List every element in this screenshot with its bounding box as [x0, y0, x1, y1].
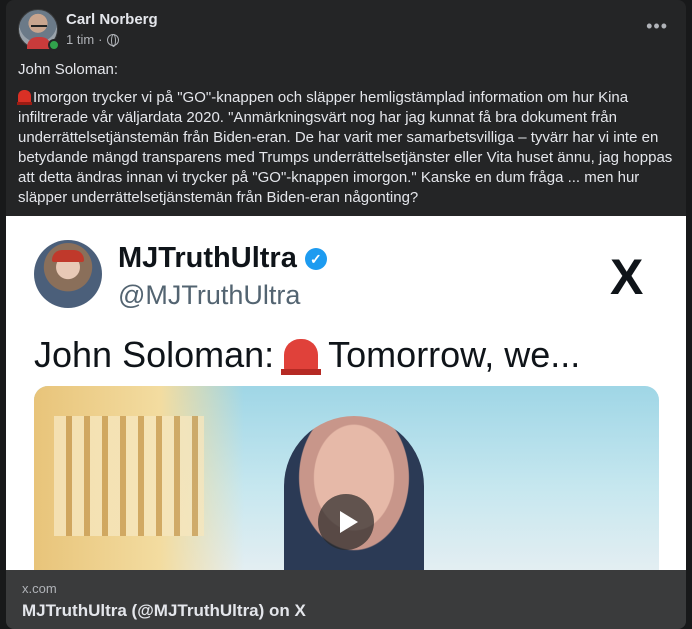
- post-text: John Soloman: Imorgon trycker vi på "GO"…: [17, 60, 678, 216]
- tweet-avatar: [34, 240, 102, 308]
- tweet-text: John Soloman: Tomorrow, we...: [34, 334, 580, 376]
- post-text-line1: John Soloman:: [18, 61, 119, 78]
- verified-badge-icon: ✓: [304, 247, 327, 270]
- post-card: Carl Norberg 1 tim · ••• John Soloman: I…: [6, 0, 686, 629]
- x-logo-icon: X: [610, 249, 644, 305]
- avatar-cap: [52, 250, 84, 262]
- link-domain: x.com: [22, 581, 57, 596]
- video-thumbnail[interactable]: [34, 386, 659, 570]
- post-header: Carl Norberg 1 tim · •••: [6, 0, 686, 58]
- more-options-button[interactable]: •••: [646, 16, 668, 37]
- avatar-glasses: [31, 25, 47, 29]
- globe-icon[interactable]: [106, 33, 119, 47]
- post-time[interactable]: 1 tim: [66, 32, 94, 47]
- tweet-name-text: MJTruthUltra: [118, 242, 297, 274]
- capitol-columns: [54, 416, 204, 536]
- post-text-body: Imorgon trycker vi på "GO"-knappen och s…: [18, 89, 673, 206]
- link-preview[interactable]: x.com MJTruthUltra (@MJTruthUltra) on X: [6, 570, 686, 629]
- tweet-handle: @MJTruthUltra: [118, 280, 301, 310]
- post-meta: 1 tim ·: [66, 32, 119, 47]
- siren-icon: [17, 90, 32, 105]
- meta-separator: ·: [98, 32, 103, 47]
- capitol-building: [34, 386, 244, 570]
- siren-icon: [281, 339, 322, 375]
- tweet-name: MJTruthUltra ✓: [118, 242, 327, 275]
- online-status-dot: [48, 39, 60, 51]
- tweet-text-after: Tomorrow, we...: [328, 334, 581, 375]
- tweet-text-before: John Soloman:: [34, 334, 275, 375]
- post-text-paragraph: Imorgon trycker vi på "GO"-knappen och s…: [17, 88, 678, 208]
- embedded-media[interactable]: MJTruthUltra ✓ @MJTruthUltra X John Solo…: [6, 216, 686, 570]
- author-name[interactable]: Carl Norberg: [66, 11, 158, 28]
- play-icon[interactable]: [318, 494, 374, 550]
- link-title[interactable]: MJTruthUltra (@MJTruthUltra) on X: [22, 601, 306, 621]
